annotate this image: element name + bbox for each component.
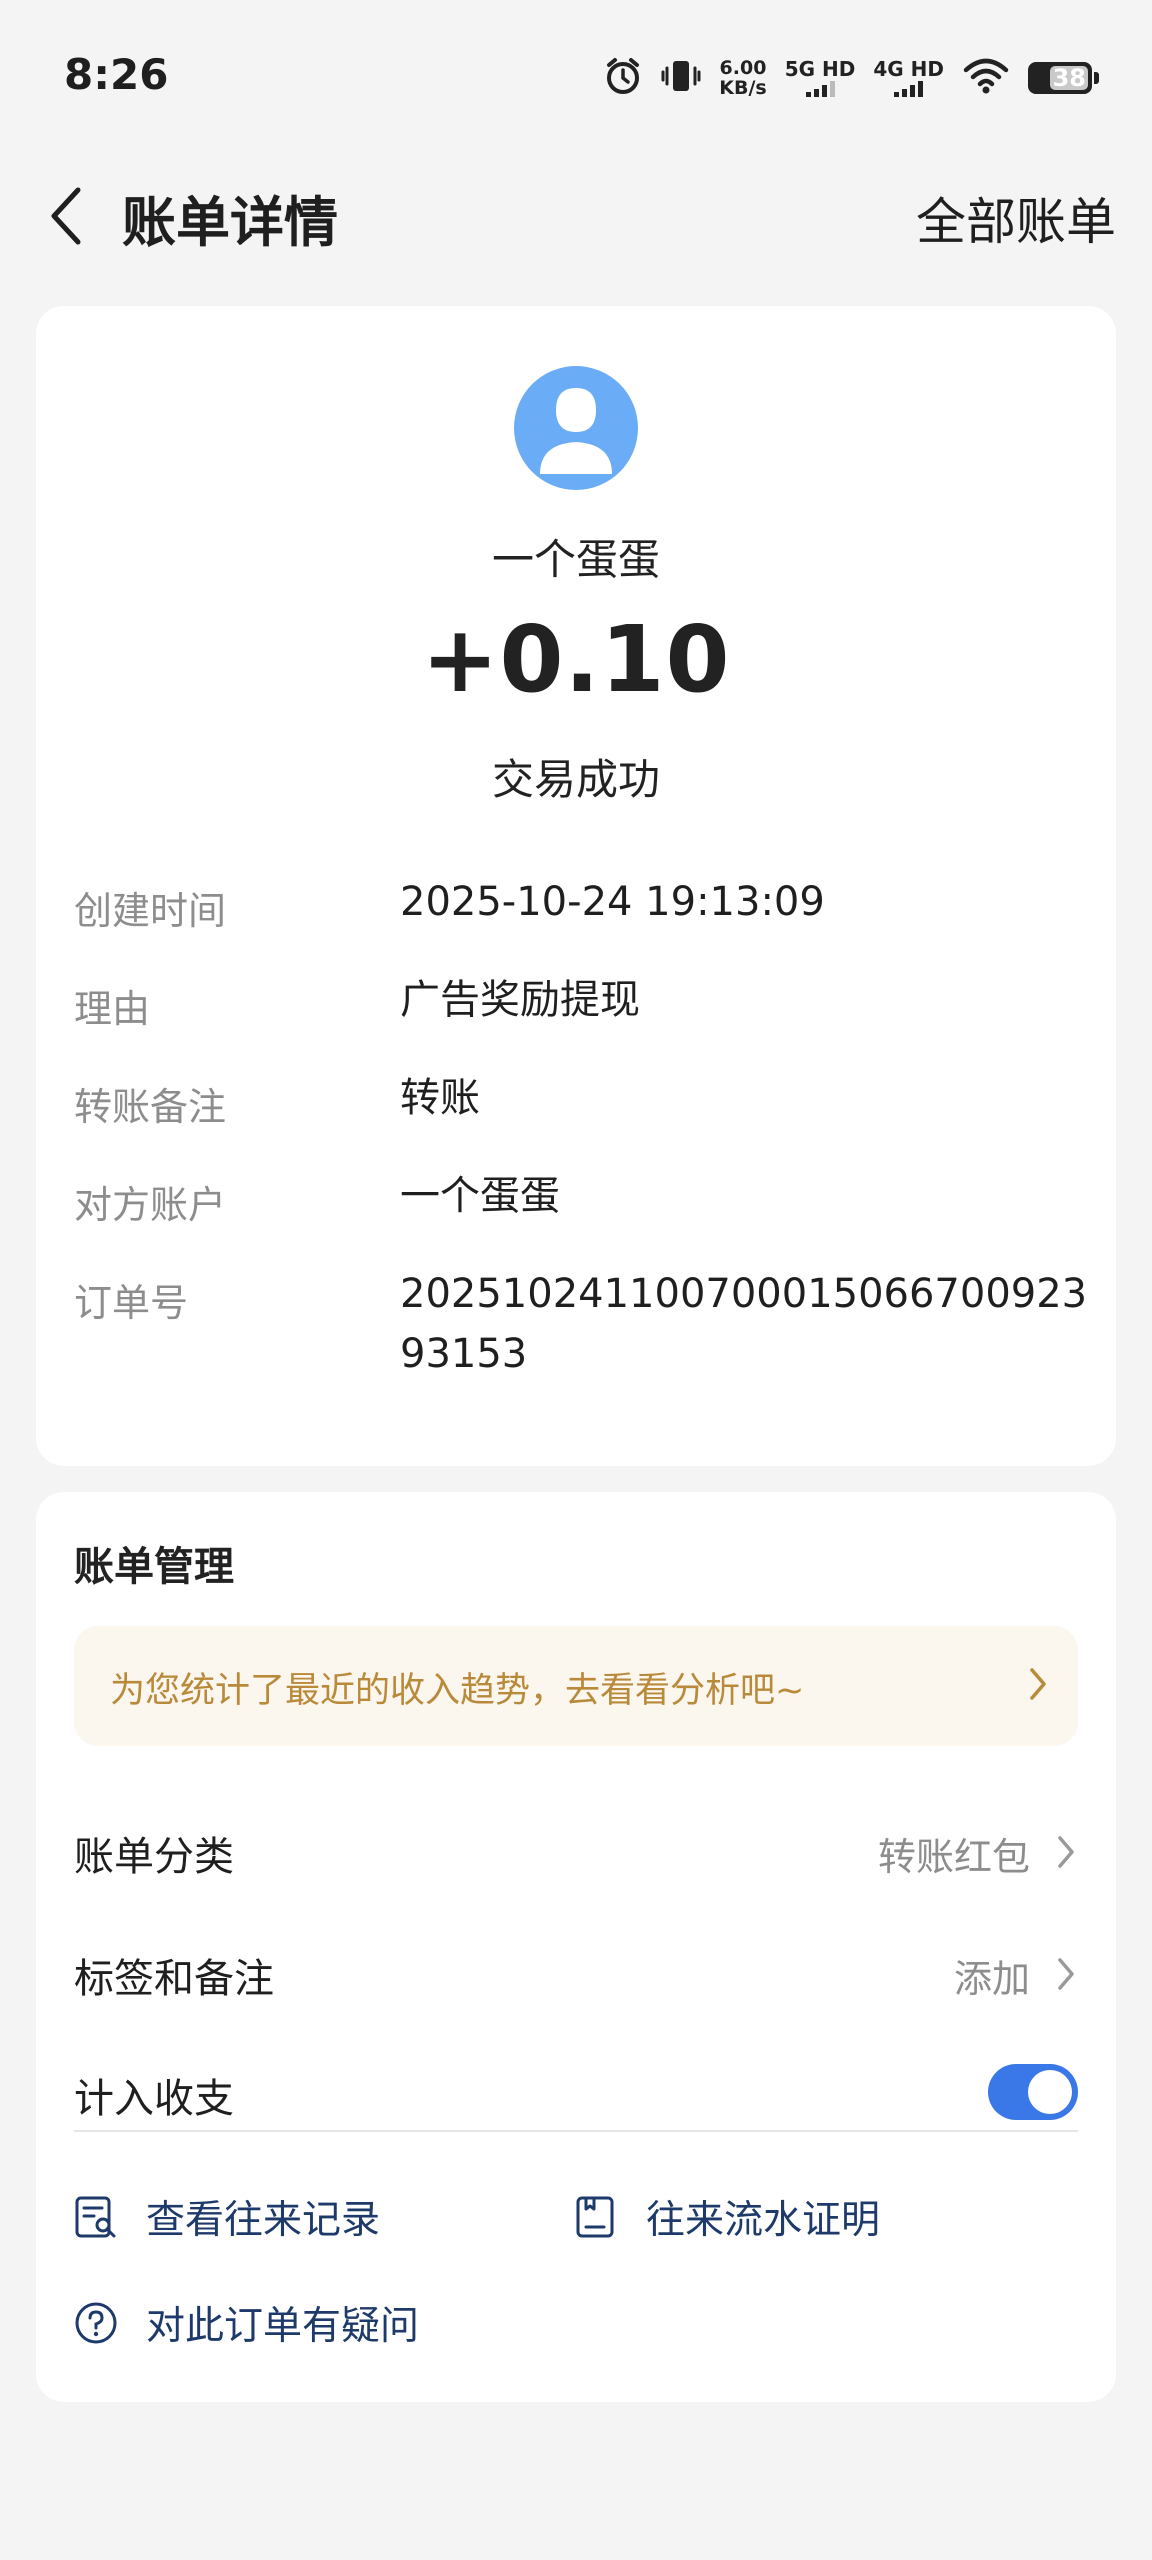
payer-name: 一个蛋蛋 — [491, 535, 660, 584]
transaction-status: 交易成功 — [491, 755, 660, 804]
mgmt-label: 标签和备注 — [74, 1956, 274, 2002]
alarm-icon — [603, 56, 643, 100]
bill-category-value: 转账红包 — [877, 1835, 1030, 1879]
bill-management-card: 账单管理 为您统计了最近的收入趋势，去看看分析吧~ 账单分类 转账红包 标签和备… — [36, 1492, 1116, 2402]
view-history-link[interactable]: 查看往来记录 — [74, 2182, 380, 2252]
insight-text: 为您统计了最近的收入趋势，去看看分析吧~ — [110, 1671, 805, 1711]
user-icon — [540, 388, 612, 474]
tags-notes-row[interactable]: 标签和备注 添加 — [74, 1934, 1078, 2014]
tags-notes-value: 添加 — [953, 1957, 1030, 2001]
transaction-proof-link[interactable]: 往来流水证明 — [574, 2182, 880, 2252]
include-in-budget-toggle[interactable] — [988, 2064, 1078, 2120]
detail-label: 订单号 — [74, 1281, 189, 1325]
detail-label: 创建时间 — [74, 889, 227, 933]
bill-category-row[interactable]: 账单分类 转账红包 — [74, 1812, 1078, 1892]
signal-4g-bars-icon — [894, 81, 924, 97]
toggle-knob — [1028, 2070, 1072, 2114]
status-bar: 8:26 6.00 KB/s 5G HD 4G HD 38 — [0, 0, 1152, 150]
mgmt-label: 计入收支 — [74, 2076, 234, 2122]
link-text: 往来流水证明 — [646, 2198, 881, 2243]
status-time: 8:26 — [64, 50, 169, 99]
section-title: 账单管理 — [74, 1544, 234, 1590]
record-search-icon — [75, 2196, 116, 2238]
detail-label: 理由 — [74, 987, 151, 1031]
header: 账单详情 全部账单 — [0, 150, 1152, 280]
status-icons: 6.00 KB/s 5G HD 4G HD 38 — [603, 48, 1099, 108]
detail-value: 2025-10-24 19:13:09 — [400, 879, 825, 925]
battery-level: 38 — [1052, 64, 1086, 92]
all-bills-button[interactable]: 全部账单 — [916, 182, 1116, 254]
detail-value: 转账 — [400, 1075, 480, 1121]
signal-5g: 5G HD — [785, 59, 855, 97]
detail-label: 转账备注 — [74, 1085, 227, 1129]
back-button[interactable] — [36, 180, 96, 252]
include-in-budget-row: 计入收支 — [74, 2054, 1078, 2134]
avatar[interactable] — [514, 366, 638, 490]
chevron-right-icon — [1058, 1836, 1074, 1868]
question-circle-icon — [75, 2302, 117, 2344]
detail-label: 对方账户 — [74, 1183, 227, 1227]
chevron-right-icon — [1030, 1668, 1046, 1700]
detail-value: 一个蛋蛋 — [400, 1173, 560, 1219]
chevron-right-icon — [1058, 1958, 1074, 1990]
signal-5g-bars-icon — [805, 81, 835, 97]
order-number-value[interactable]: 20251024110070001506670092393153 — [400, 1264, 1100, 1384]
page-title: 账单详情 — [122, 191, 338, 254]
signal-4g: 4G HD — [873, 59, 944, 97]
transaction-amount: +0.10 — [421, 606, 731, 713]
link-text: 对此订单有疑问 — [146, 2304, 420, 2349]
income-insight-banner[interactable]: 为您统计了最近的收入趋势，去看看分析吧~ — [74, 1626, 1078, 1746]
battery-icon: 38 — [1028, 62, 1099, 94]
detail-value: 广告奖励提现 — [400, 977, 640, 1023]
chevron-left-icon — [51, 187, 81, 245]
order-question-link[interactable]: 对此订单有疑问 — [74, 2288, 419, 2358]
divider — [74, 2130, 1078, 2132]
link-text: 查看往来记录 — [146, 2198, 381, 2243]
net-speed: 6.00 KB/s — [719, 57, 767, 99]
transaction-card: 一个蛋蛋 +0.10 交易成功 创建时间 2025-10-24 19:13:09… — [36, 306, 1116, 1466]
document-icon — [576, 2196, 614, 2238]
wifi-icon — [962, 56, 1010, 100]
vibrate-icon — [661, 56, 701, 100]
mgmt-label: 账单分类 — [74, 1834, 234, 1880]
